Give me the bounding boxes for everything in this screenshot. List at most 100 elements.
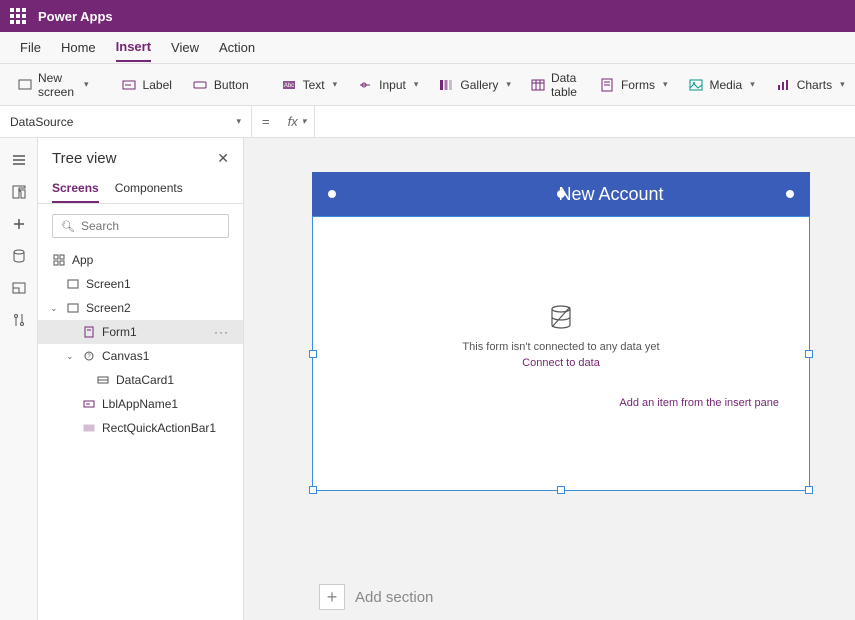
canvas-area[interactable]: New Account This form isn't connected to… bbox=[244, 138, 855, 620]
node-label: Canvas1 bbox=[102, 349, 149, 363]
data-table-button[interactable]: Data table bbox=[523, 66, 587, 104]
add-icon[interactable] bbox=[5, 210, 33, 238]
chevron-down-icon: ▾ bbox=[333, 79, 338, 90]
selection-handle[interactable] bbox=[328, 190, 336, 198]
close-icon[interactable]: ✕ bbox=[217, 150, 229, 167]
menu-bar: File Home Insert View Action bbox=[0, 32, 855, 64]
gallery-icon bbox=[438, 77, 454, 93]
property-selector[interactable]: DataSource ▾ bbox=[0, 106, 252, 138]
screen-preview[interactable]: New Account This form isn't connected to… bbox=[312, 172, 810, 491]
selection-handle[interactable] bbox=[557, 486, 565, 494]
form-not-connected-message: This form isn't connected to any data ye… bbox=[462, 341, 659, 353]
svg-text:Abc: Abc bbox=[283, 83, 293, 89]
selection-handle[interactable] bbox=[805, 486, 813, 494]
connect-to-data-link[interactable]: Connect to data bbox=[522, 357, 600, 369]
collapse-icon[interactable]: ⌄ bbox=[66, 351, 76, 362]
gallery-button[interactable]: Gallery ▾ bbox=[430, 72, 519, 98]
charts-icon bbox=[775, 77, 791, 93]
more-icon[interactable]: ··· bbox=[214, 325, 235, 339]
input-label: Input bbox=[379, 78, 406, 92]
preview-header[interactable]: New Account bbox=[312, 172, 810, 216]
tree-title: Tree view bbox=[52, 150, 116, 167]
left-rail bbox=[0, 138, 38, 620]
form-placeholder[interactable]: This form isn't connected to any data ye… bbox=[312, 216, 810, 491]
media-label: Media bbox=[710, 78, 743, 92]
node-label: DataCard1 bbox=[116, 373, 174, 387]
selection-handle[interactable] bbox=[309, 350, 317, 358]
add-section-label: Add section bbox=[355, 589, 433, 606]
input-button[interactable]: Input ▾ bbox=[349, 72, 426, 98]
search-icon: 🔍︎ bbox=[61, 220, 75, 233]
screen-icon bbox=[66, 301, 80, 315]
forms-label: Forms bbox=[621, 78, 655, 92]
collapse-icon[interactable]: ⌄ bbox=[50, 303, 60, 314]
chevron-down-icon: ▾ bbox=[414, 79, 419, 90]
main-area: Tree view ✕ Screens Components 🔍︎ App bbox=[0, 138, 855, 620]
tab-screens[interactable]: Screens bbox=[52, 175, 99, 203]
tree-node-screen2[interactable]: ⌄ Screen2 bbox=[38, 296, 243, 320]
chevron-down-icon: ▾ bbox=[750, 79, 755, 90]
forms-icon bbox=[599, 77, 615, 93]
menu-view[interactable]: View bbox=[171, 34, 199, 61]
forms-button[interactable]: Forms ▾ bbox=[591, 72, 676, 98]
tree-node-screen1[interactable]: Screen1 bbox=[38, 272, 243, 296]
tab-components[interactable]: Components bbox=[115, 175, 183, 203]
media-rail-icon[interactable] bbox=[5, 274, 33, 302]
screen-icon bbox=[18, 77, 32, 93]
tree-list: App Screen1 ⌄ Screen2 bbox=[38, 248, 243, 620]
node-label: Screen1 bbox=[86, 277, 131, 291]
text-label: Text bbox=[303, 78, 325, 92]
datacard-icon bbox=[96, 373, 110, 387]
menu-insert[interactable]: Insert bbox=[116, 33, 151, 62]
search-input[interactable] bbox=[81, 219, 220, 233]
input-icon bbox=[357, 77, 373, 93]
tree-view-icon[interactable] bbox=[5, 178, 33, 206]
text-icon: Abc bbox=[281, 77, 297, 93]
chevron-down-icon: ▾ bbox=[506, 79, 511, 90]
tree-node-app[interactable]: App bbox=[38, 248, 243, 272]
waffle-icon[interactable] bbox=[10, 8, 26, 24]
menu-action[interactable]: Action bbox=[219, 34, 255, 61]
advanced-tools-icon[interactable] bbox=[5, 306, 33, 334]
button-icon bbox=[192, 77, 208, 93]
hamburger-icon[interactable] bbox=[5, 146, 33, 174]
tree-node-canvas1[interactable]: ⌄ ? Canvas1 bbox=[38, 344, 243, 368]
plus-icon: + bbox=[319, 584, 345, 610]
selection-handle[interactable] bbox=[557, 190, 565, 198]
selection-handle[interactable] bbox=[309, 486, 317, 494]
add-item-link[interactable]: Add an item from the insert pane bbox=[619, 397, 779, 409]
tree-header: Tree view ✕ bbox=[38, 138, 243, 175]
rect-icon bbox=[82, 421, 96, 435]
title-bar: Power Apps bbox=[0, 0, 855, 32]
database-icon bbox=[547, 303, 575, 331]
node-label: RectQuickActionBar1 bbox=[102, 421, 216, 435]
selection-handle[interactable] bbox=[805, 350, 813, 358]
button-label: Button bbox=[214, 78, 249, 92]
app-title: Power Apps bbox=[38, 9, 113, 24]
tree-node-datacard1[interactable]: DataCard1 bbox=[38, 368, 243, 392]
data-icon[interactable] bbox=[5, 242, 33, 270]
data-table-label: Data table bbox=[551, 71, 579, 99]
button-button[interactable]: Button bbox=[184, 72, 257, 98]
media-button[interactable]: Media ▾ bbox=[680, 72, 763, 98]
text-button[interactable]: Abc Text ▾ bbox=[273, 72, 346, 98]
charts-button[interactable]: Charts ▾ bbox=[767, 72, 853, 98]
tree-node-rectquickactionbar1[interactable]: RectQuickActionBar1 bbox=[38, 416, 243, 440]
search-box[interactable]: 🔍︎ bbox=[52, 214, 229, 238]
menu-home[interactable]: Home bbox=[61, 34, 96, 61]
tree-view-panel: Tree view ✕ Screens Components 🔍︎ App bbox=[38, 138, 244, 620]
tree-tabs: Screens Components bbox=[38, 175, 243, 204]
fx-icon[interactable]: fx▾ bbox=[280, 106, 316, 137]
formula-bar: DataSource ▾ = fx▾ bbox=[0, 106, 855, 138]
label-button[interactable]: Label bbox=[113, 72, 180, 98]
tree-node-form1[interactable]: Form1 ··· bbox=[38, 320, 243, 344]
node-label: App bbox=[72, 253, 93, 267]
media-icon bbox=[688, 77, 704, 93]
new-screen-button[interactable]: New screen ▾ bbox=[10, 66, 97, 104]
add-section-button[interactable]: + Add section bbox=[319, 584, 433, 610]
tree-node-lblappname1[interactable]: LblAppName1 bbox=[38, 392, 243, 416]
formula-input[interactable] bbox=[315, 115, 855, 129]
ribbon-toolbar: New screen ▾ Label Button Abc Text ▾ Inp… bbox=[0, 64, 855, 106]
menu-file[interactable]: File bbox=[20, 34, 41, 61]
selection-handle[interactable] bbox=[786, 190, 794, 198]
